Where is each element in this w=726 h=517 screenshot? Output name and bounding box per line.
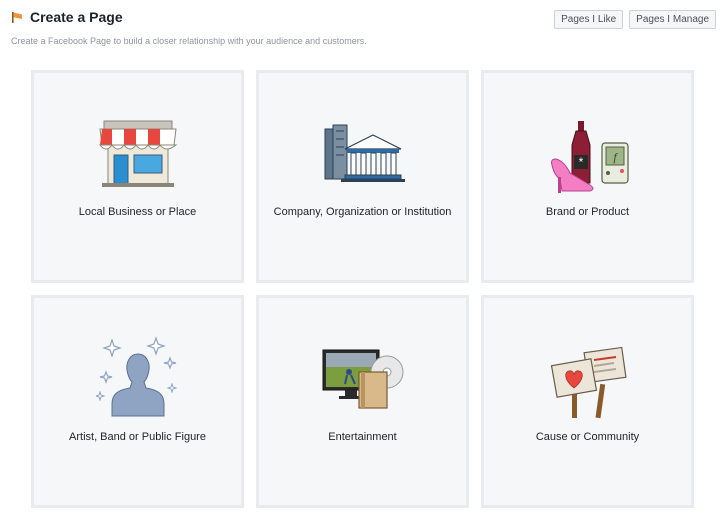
category-label: Brand or Product (545, 206, 630, 218)
storefront-icon (98, 120, 177, 187)
svg-text:*: * (578, 155, 583, 169)
category-label: Artist, Band or Public Figure (69, 431, 206, 443)
category-label: Cause or Community (535, 431, 640, 443)
person-silhouette-icon (95, 336, 178, 417)
pages-i-manage-button[interactable]: Pages I Manage (629, 10, 716, 29)
category-tile-artist[interactable]: Artist, Band or Public Figure (31, 295, 244, 508)
category-tile-cause-community[interactable]: Cause or Community (481, 295, 694, 508)
category-tile-brand-product[interactable]: f * Brand or Product (481, 70, 694, 283)
page-header: Create a Page (10, 9, 123, 25)
page-actions: Pages I Like Pages I Manage (554, 10, 716, 29)
page-subtitle: Create a Facebook Page to build a closer… (11, 36, 367, 46)
page-title: Create a Page (30, 9, 123, 25)
category-label: Local Business or Place (78, 206, 197, 218)
category-tile-entertainment[interactable]: Entertainment (256, 295, 469, 508)
category-label: Company, Organization or Institution (273, 206, 452, 218)
pages-i-like-button[interactable]: Pages I Like (554, 10, 624, 29)
protest-signs-icon (550, 346, 627, 419)
building-institution-icon (324, 124, 405, 182)
entertainment-media-icon (322, 349, 403, 409)
flag-icon (12, 12, 22, 23)
category-tile-company[interactable]: Company, Organization or Institution (256, 70, 469, 283)
brand-product-icon: f * (550, 121, 629, 193)
category-tile-local-business[interactable]: Local Business or Place (31, 70, 244, 283)
category-label: Entertainment (328, 431, 397, 443)
